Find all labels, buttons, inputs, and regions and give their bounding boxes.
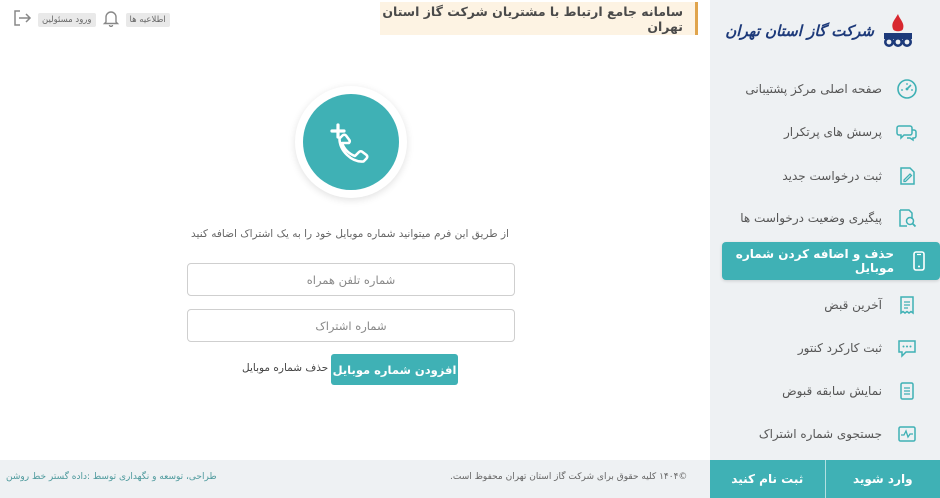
sidebar-item-home[interactable]: صفحه اصلی مرکز پشتیبانی bbox=[722, 70, 928, 108]
subscription-number-input[interactable] bbox=[187, 309, 515, 342]
sidebar-item-meter-reading[interactable]: ثبت کارکرد کنتور bbox=[722, 329, 928, 367]
footer-credit: طراحی، توسعه و نگهداری توسط :داده گستر خ… bbox=[6, 472, 217, 482]
sidebar-item-label: ثبت کارکرد کنتور bbox=[797, 341, 882, 355]
admin-login-button[interactable]: ورود مسئولین bbox=[38, 13, 96, 27]
sidebar-item-label: پرسش های پرتکرار bbox=[784, 125, 882, 139]
hero-inner-circle bbox=[303, 94, 399, 190]
mobile-number-input[interactable] bbox=[187, 263, 515, 296]
bell-icon[interactable] bbox=[102, 9, 120, 31]
phone-hero-circle bbox=[295, 86, 407, 198]
exit-icon[interactable] bbox=[12, 9, 32, 31]
message-icon bbox=[896, 337, 918, 359]
sidebar-item-label: حذف و اضافه کردن شماره موبایل bbox=[735, 247, 894, 275]
auth-divider bbox=[824, 460, 826, 498]
sidebar-item-last-bill[interactable]: آخرین قبض bbox=[722, 286, 928, 324]
sidebar-item-label: آخرین قبض bbox=[824, 298, 882, 312]
logo-text: شرکت گاز استان تهران bbox=[725, 22, 874, 40]
footer: طراحی، توسعه و نگهداری توسط :داده گستر خ… bbox=[0, 460, 940, 498]
gas-company-logo-icon bbox=[884, 14, 912, 47]
auth-buttons: وارد شوید ثبت نام کنید bbox=[710, 460, 940, 498]
sidebar-item-new-request[interactable]: ثبت درخواست جدید bbox=[722, 157, 928, 195]
sidebar-item-bill-history[interactable]: نمایش سابقه قبوض bbox=[722, 372, 928, 410]
sidebar-item-label: جستجوی شماره اشتراک bbox=[758, 427, 882, 441]
sidebar-item-label: پیگیری وضعیت درخواست ها bbox=[740, 211, 882, 225]
sidebar-item-label: نمایش سابقه قبوض bbox=[782, 384, 882, 398]
sidebar-item-search-subscription[interactable]: جستجوی شماره اشتراک bbox=[722, 415, 928, 453]
notifications-button[interactable]: اطلاعیه ها bbox=[125, 13, 170, 27]
sidebar-item-label: صفحه اصلی مرکز پشتیبانی bbox=[745, 82, 882, 96]
company-logo[interactable]: شرکت گاز استان تهران bbox=[725, 8, 918, 54]
top-utility-bar: ورود مسئولین اطلاعیه ها bbox=[12, 9, 170, 31]
add-mobile-button[interactable]: افزودن شماره موبایل bbox=[331, 354, 458, 385]
form-description: از طریق این فرم میتوانید شماره موبایل خو… bbox=[191, 228, 509, 240]
mobile-icon bbox=[908, 250, 930, 272]
sidebar-item-mobile-numbers[interactable]: حذف و اضافه کردن شماره موبایل bbox=[722, 242, 940, 280]
chat-icon bbox=[896, 121, 918, 143]
page-title: سامانه جامع ارتباط با مشتریان شرکت گاز ا… bbox=[380, 2, 698, 35]
history-icon bbox=[896, 380, 918, 402]
dashboard-icon bbox=[896, 78, 918, 100]
sidebar-item-faq[interactable]: پرسش های پرتکرار bbox=[722, 113, 928, 151]
pulse-icon bbox=[896, 423, 918, 445]
add-call-icon bbox=[330, 123, 369, 163]
sidebar: شرکت گاز استان تهران صفحه اصلی مرکز پشتی… bbox=[710, 0, 940, 460]
bill-icon bbox=[896, 294, 918, 316]
sidebar-item-track-requests[interactable]: پیگیری وضعیت درخواست ها bbox=[722, 199, 928, 237]
sidebar-item-label: ثبت درخواست جدید bbox=[782, 169, 882, 183]
register-button[interactable]: ثبت نام کنید bbox=[710, 460, 825, 498]
delete-mobile-link[interactable]: حذف شماره موبایل bbox=[242, 362, 328, 374]
footer-copyright: ©۱۴۰۴ کلیه حقوق برای شرکت گاز استان تهرا… bbox=[450, 472, 688, 482]
login-button[interactable]: وارد شوید bbox=[826, 460, 940, 498]
search-document-icon bbox=[896, 207, 918, 229]
edit-document-icon bbox=[896, 165, 918, 187]
